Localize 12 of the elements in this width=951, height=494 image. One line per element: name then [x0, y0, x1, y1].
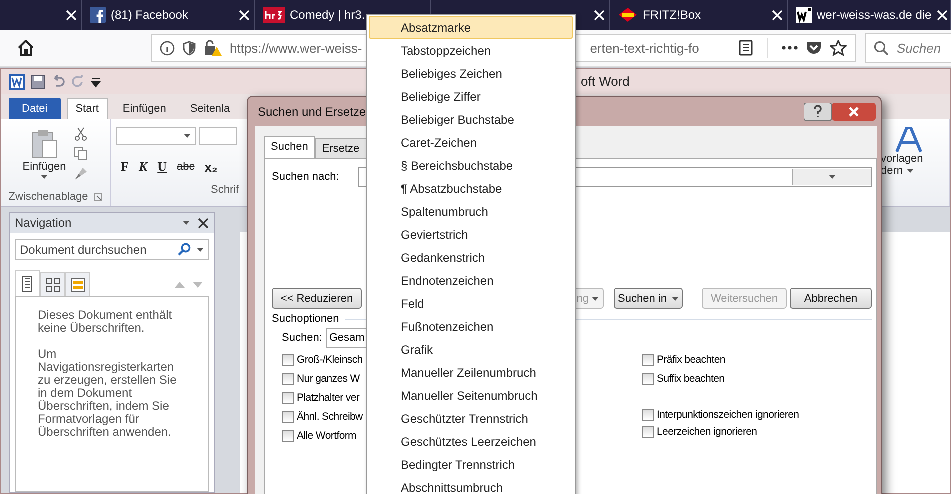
url-text: https://www.wer-weiss- [230, 40, 362, 56]
group-label: Schrif [211, 184, 240, 196]
section-label: Suchoptionen [272, 313, 340, 325]
dialog-title: Suchen und Ersetze [258, 104, 366, 118]
window-title: oft Word [581, 74, 631, 89]
group-label: Zwischenablage [8, 191, 88, 203]
field-label: Suchen: [282, 332, 322, 344]
pane-message: Dieses Dokument enthält keine Überschriften. [38, 309, 174, 335]
field-label: Suchen nach: [272, 171, 340, 183]
pane-title: Navigation [15, 216, 72, 230]
pane-message: Um Navigationsregisterkarten zu erzeugen, erstellen Sie in dem Dokument Überschriften, indem Sie Formatvorlagen für Überschriften anwenden. [38, 348, 178, 439]
url-text: erten-text-richtig-fo [590, 40, 700, 56]
